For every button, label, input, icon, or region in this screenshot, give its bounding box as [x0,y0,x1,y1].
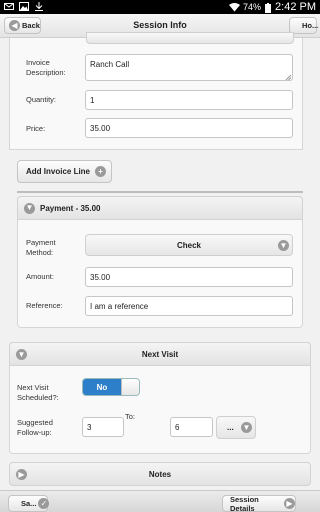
download-icon [34,2,44,11]
price-label: Price: [26,124,46,133]
quantity-field[interactable]: 1 [85,90,293,110]
toggle-value: No [83,379,121,395]
plus-icon: + [95,166,107,177]
chevron-down-icon: ▼ [278,240,289,251]
suggested-followup-label: Suggested Follow-up: [17,418,53,437]
next-visit-header-label: Next Visit [141,349,179,359]
clock: 2:42 PM [275,1,316,13]
price-field[interactable]: 35.00 [85,118,293,138]
invoice-description-label: Invoice Description: [26,58,66,77]
home-button-label: Ho... [302,21,319,30]
add-invoice-line-button[interactable]: Add Invoice Line + [17,160,112,183]
image-icon [19,2,29,11]
followup-unit-select[interactable]: ... ▼ [216,416,256,439]
followup-to-field[interactable]: 6 [170,417,213,437]
chevron-down-icon: ▼ [241,422,252,433]
collapse-arrow-icon: ▼ [24,202,35,214]
reference-label: Reference: [26,301,63,310]
invoice-description-field[interactable]: Ranch Call [85,54,293,81]
next-visit-collapsible-header[interactable]: ▼ Next Visit [9,342,311,366]
payment-method-value: Check [176,240,201,250]
followup-from-field[interactable]: 3 [82,417,124,437]
next-visit-toggle[interactable]: No [82,378,140,396]
payment-method-label: Payment Method: [26,238,56,257]
amount-field[interactable]: 35.00 [85,267,293,287]
quantity-label: Quantity: [26,95,57,104]
toggle-handle[interactable] [121,379,139,395]
payment-method-select[interactable]: Check ▼ [85,234,293,256]
next-visit-scheduled-label: Next Visit Scheduled?: [17,383,59,402]
amount-label: Amount: [26,272,54,281]
session-details-button[interactable]: Session Details ▶ [222,495,296,512]
wifi-icon [229,2,241,12]
payment-header-label: Payment - 35.00 [40,203,101,213]
reference-field[interactable]: I am a reference [85,296,293,316]
notes-header-label: Notes [148,469,172,479]
battery-icon [265,2,272,13]
status-bar: 74% 2:42 PM [0,0,320,14]
section-divider [17,191,303,193]
battery-percent: 74% [243,2,262,12]
footer-bar: Sa... ✓ Session Details ▶ [0,490,320,512]
page-title: Session Info [133,20,187,30]
followup-to-label: To: [125,412,136,421]
check-icon: ✓ [38,498,50,509]
add-invoice-line-label: Add Invoice Line [26,167,91,176]
invoice-select-partial[interactable] [86,32,294,44]
save-button-label: Sa... [21,499,37,508]
resize-handle-icon[interactable] [285,73,292,83]
notes-collapsible-header[interactable]: ▶ Notes [9,462,311,486]
save-button[interactable]: Sa... ✓ [8,495,50,512]
followup-unit-value: ... [227,423,234,432]
arrow-right-icon: ▶ [284,498,295,509]
session-details-label: Session Details [230,494,259,512]
mail-icon [4,2,14,11]
payment-collapsible-header[interactable]: ▼ Payment - 35.00 [17,196,303,220]
